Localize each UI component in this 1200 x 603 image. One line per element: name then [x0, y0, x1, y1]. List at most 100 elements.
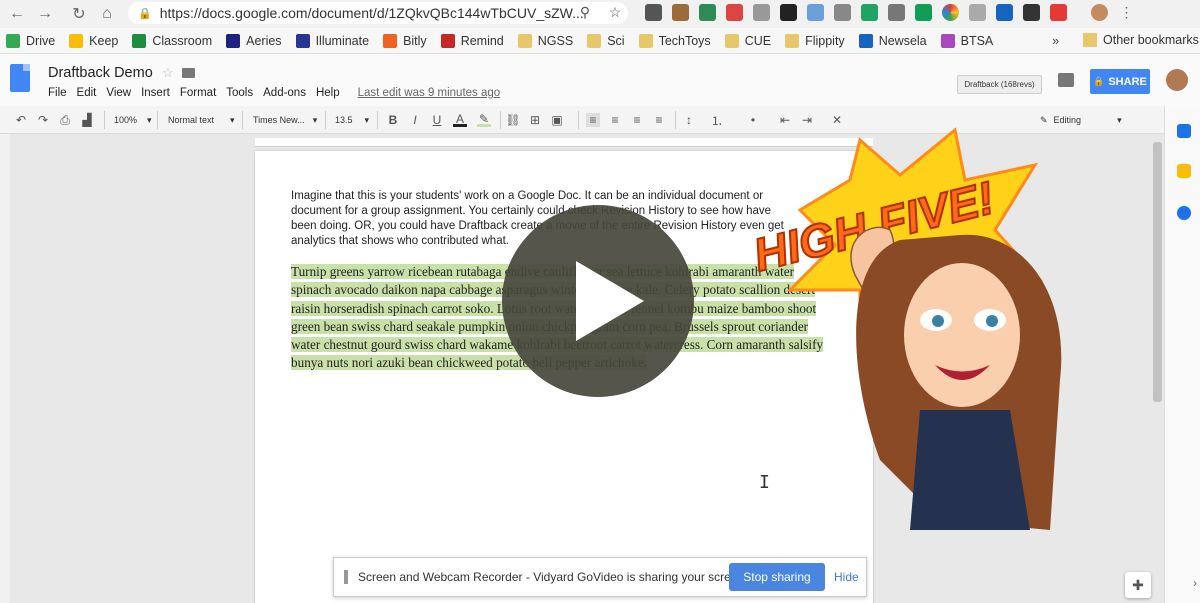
home-icon[interactable]: ⌂ [93, 0, 121, 28]
dropdown-icon: ▾ [364, 114, 370, 125]
align-left-icon[interactable]: ≡ [586, 113, 600, 127]
text-color-icon[interactable]: A [453, 112, 467, 127]
paint-format-icon[interactable]: ▟ [80, 113, 94, 127]
extension-icon[interactable] [699, 4, 716, 21]
docs-logo[interactable] [10, 64, 30, 92]
bold-icon[interactable]: B [386, 113, 400, 127]
extension-icon[interactable] [1023, 4, 1040, 21]
extension-icon[interactable] [753, 4, 770, 21]
bookmark-item[interactable]: Classroom [132, 33, 212, 48]
bookmark-item[interactable]: Sci [587, 33, 625, 48]
address-bar[interactable]: 🔒 https://docs.google.com/document/d/1ZQ… [128, 2, 628, 24]
comment-icon[interactable] [1058, 73, 1074, 87]
hide-button[interactable]: Hide [834, 570, 859, 584]
reload-icon[interactable]: ↻ [65, 0, 93, 28]
grid-icon[interactable] [996, 4, 1013, 21]
bookmark-icon [785, 33, 800, 48]
scrollbar[interactable] [1153, 142, 1162, 402]
numbered-list-icon[interactable]: ⒈ [710, 113, 724, 128]
chevron-right-icon[interactable]: › [1193, 576, 1197, 590]
highlight-icon[interactable]: ✎ [477, 112, 491, 127]
menu-edit[interactable]: Edit [77, 87, 97, 99]
bookmark-label: BTSA [960, 33, 994, 48]
bookmark-label: Sci [607, 33, 625, 48]
bookmark-item[interactable]: Newsela [858, 33, 927, 48]
explore-button[interactable]: ✚ [1125, 572, 1151, 598]
style-select[interactable]: Normal text ▾ [168, 112, 235, 128]
face [904, 263, 1020, 407]
bookmark-item[interactable]: NGSS [517, 33, 573, 48]
extension-icon[interactable] [888, 4, 905, 21]
font-size-select[interactable]: 13.5 ▾ [335, 112, 369, 128]
color-picker-icon[interactable] [942, 4, 959, 21]
print-icon[interactable]: ⎙ [58, 113, 72, 127]
align-center-icon[interactable]: ≡ [608, 113, 622, 127]
document-title[interactable]: Draftback Demo [48, 65, 153, 81]
bookmark-item[interactable]: Remind [440, 33, 504, 48]
bookmark-item[interactable]: Keep [69, 33, 118, 48]
bookmark-item[interactable]: Flippity [785, 33, 845, 48]
bookmark-item[interactable]: BTSA [940, 33, 994, 48]
menu-tools[interactable]: Tools [226, 87, 253, 99]
last-edit-link[interactable]: Last edit was 9 minutes ago [358, 87, 501, 99]
bookmark-item[interactable]: Bitly [383, 33, 427, 48]
extension-icon[interactable] [834, 4, 851, 21]
profile-avatar[interactable] [1091, 4, 1108, 21]
align-right-icon[interactable]: ≡ [630, 113, 644, 127]
line-spacing-icon[interactable]: ↕ [682, 113, 696, 127]
back-icon[interactable]: ← [3, 0, 31, 28]
bookmark-icon [517, 33, 532, 48]
draftback-button[interactable]: Draftback (168revs) [957, 75, 1042, 94]
record-icon[interactable] [1050, 4, 1067, 21]
extension-icon[interactable] [645, 4, 662, 21]
menu-icon[interactable]: ⋮ [1118, 4, 1135, 21]
bookmark-item[interactable]: Aeries [226, 33, 282, 48]
undo-icon[interactable]: ↶ [14, 113, 28, 127]
check-icon[interactable] [969, 4, 986, 21]
bookmark-item[interactable]: Drive [6, 33, 55, 48]
font-select[interactable]: Times New... ▾ [253, 112, 317, 128]
play-button[interactable] [502, 205, 694, 397]
drag-handle[interactable] [344, 570, 348, 584]
underline-icon[interactable]: U [430, 113, 444, 127]
menu-insert[interactable]: Insert [141, 87, 170, 99]
bookmark-item[interactable]: CUE [724, 33, 771, 48]
tasks-icon[interactable] [1177, 206, 1191, 220]
extension-icon[interactable] [780, 4, 797, 21]
other-bookmarks[interactable]: Other bookmarks [1083, 33, 1199, 47]
extension-icon[interactable] [672, 4, 689, 21]
link-icon[interactable]: ⛓ [505, 113, 520, 127]
bookmark-icon [858, 33, 873, 48]
italic-icon[interactable]: I [408, 113, 422, 127]
menu-view[interactable]: View [106, 87, 131, 99]
search-icon[interactable]: ⚲ [575, 2, 595, 22]
extension-icon[interactable] [807, 4, 824, 21]
star-icon[interactable]: ☆ [162, 65, 174, 81]
share-button[interactable]: 🔒 SHARE [1090, 69, 1150, 94]
menu-addons[interactable]: Add-ons [263, 87, 306, 99]
extension-icon[interactable] [915, 4, 932, 21]
share-label: SHARE [1108, 75, 1147, 88]
menu-format[interactable]: Format [180, 87, 216, 99]
redo-icon[interactable]: ↷ [36, 113, 50, 127]
drive-extension-icon[interactable] [861, 4, 878, 21]
zoom-select[interactable]: 100% ▾ [114, 112, 152, 128]
add-comment-icon[interactable]: ⊞ [528, 113, 542, 127]
bookmarks-overflow[interactable]: » [1052, 33, 1059, 48]
menu-help[interactable]: Help [316, 87, 340, 99]
justify-icon[interactable]: ≡ [652, 113, 666, 127]
menu-file[interactable]: File [48, 87, 67, 99]
vertical-ruler [0, 134, 10, 603]
side-panel: › [1164, 106, 1200, 603]
bookmark-star-icon[interactable]: ☆ [605, 2, 625, 22]
stop-sharing-button[interactable]: Stop sharing [729, 563, 825, 591]
forward-icon[interactable]: → [31, 0, 59, 28]
extension-icon[interactable] [726, 4, 743, 21]
calendar-icon[interactable] [1177, 124, 1191, 138]
folder-icon[interactable] [182, 68, 195, 78]
bookmark-item[interactable]: Illuminate [295, 33, 369, 48]
avatar[interactable] [1166, 69, 1188, 91]
insert-image-icon[interactable]: ▣ [550, 113, 564, 127]
keep-icon[interactable] [1177, 164, 1191, 178]
bookmark-item[interactable]: TechToys [638, 33, 711, 48]
